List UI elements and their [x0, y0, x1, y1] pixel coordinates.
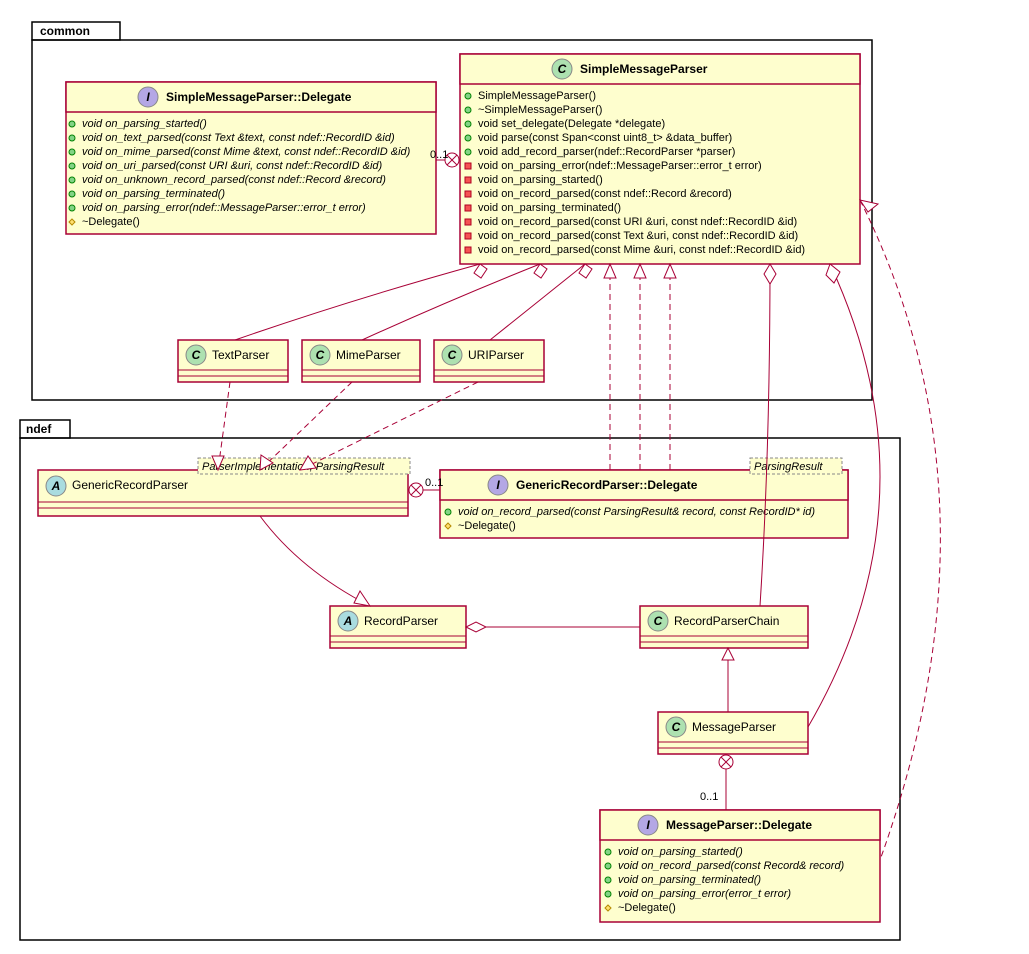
rel-uriparser-realize-grp: [300, 382, 478, 470]
member: void on_parsing_terminated(): [478, 202, 621, 214]
svg-text:C: C: [672, 720, 681, 734]
class-title: SimpleMessageParser::Delegate: [166, 90, 352, 104]
class-grp-delegate: I GenericRecordParser::Delegate ParsingR…: [440, 458, 848, 538]
rel-textparser-realize-grp: [212, 382, 230, 470]
package-ndef-label: ndef: [26, 422, 52, 436]
member: ~Delegate(): [618, 902, 676, 914]
member: void on_parsing_started(): [618, 846, 743, 858]
cardinality-label: 0..1: [425, 477, 443, 489]
member: ~SimpleMessageParser(): [478, 104, 602, 116]
member: ~Delegate(): [458, 520, 516, 532]
rel-smp-realize-grp-delegate-2: [634, 264, 646, 470]
member: void on_parsing_error(error_t error): [618, 888, 791, 900]
rel-mimeparser-realize-grp: [260, 382, 352, 470]
rel-mp-gen-chain: [722, 648, 734, 712]
rel-smp-agg-mimeparser: [362, 264, 547, 340]
member: void on_record_parsed(const URI &uri, co…: [478, 216, 797, 228]
class-title: RecordParserChain: [674, 614, 779, 628]
class-title: GenericRecordParser::Delegate: [516, 478, 698, 492]
class-messageparser: C MessageParser: [658, 712, 808, 754]
template-param: ParsingResult: [754, 461, 823, 473]
class-title: URIParser: [468, 348, 524, 362]
member: void parse(const Span<const uint8_t> &da…: [478, 132, 732, 144]
class-title: RecordParser: [364, 614, 438, 628]
member: SimpleMessageParser(): [478, 90, 596, 102]
member: void on_parsing_error(ndef::MessageParse…: [82, 202, 366, 214]
member: void on_uri_parsed(const URI &uri, const…: [82, 160, 383, 172]
class-recordparser: A RecordParser: [330, 606, 466, 648]
template-param: ParserImplementation, ParsingResult: [202, 461, 385, 473]
member: void set_delegate(Delegate *delegate): [478, 118, 665, 130]
cardinality-label: 0..1: [430, 149, 448, 161]
member: void on_parsing_terminated(): [82, 188, 225, 200]
member: void on_record_parsed(const ParsingResul…: [458, 506, 815, 518]
rel-chain-agg-recordparser: [466, 622, 640, 632]
rel-smp-agg-chain: [760, 264, 776, 606]
class-uriparser: C URIParser: [434, 340, 544, 382]
member: void on_record_parsed(const Text &uri, c…: [478, 230, 798, 242]
member: void on_parsing_error(ndef::MessageParse…: [478, 160, 762, 172]
member: void on_record_parsed(const Mime &uri, c…: [478, 244, 805, 256]
class-mimeparser: C MimeParser: [302, 340, 420, 382]
member: void on_record_parsed(const ndef::Record…: [478, 188, 732, 200]
class-smp-delegate: I SimpleMessageParser::Delegate void on_…: [66, 82, 436, 234]
cardinality-label: 0..1: [700, 791, 718, 803]
class-title: SimpleMessageParser: [580, 62, 708, 76]
member: void on_parsing_started(): [478, 174, 603, 186]
class-smp: C SimpleMessageParser SimpleMessageParse…: [460, 54, 860, 264]
rel-mp-has-delegate: 0..1: [700, 754, 733, 810]
svg-text:C: C: [558, 62, 567, 76]
rel-grp-gen-recordparser: [260, 516, 370, 606]
rel-smp-realize-grp-delegate-1: [604, 264, 616, 470]
class-title: MimeParser: [336, 348, 401, 362]
member: void on_mime_parsed(const Mime &text, co…: [82, 146, 411, 158]
member: ~Delegate(): [82, 216, 140, 228]
package-common-label: common: [40, 24, 90, 38]
svg-text:C: C: [448, 348, 457, 362]
svg-text:C: C: [316, 348, 325, 362]
class-mp-delegate: I MessageParser::Delegate void on_parsin…: [600, 810, 880, 922]
member: void on_text_parsed(const Text &text, co…: [82, 132, 395, 144]
class-textparser: C TextParser: [178, 340, 288, 382]
member: void add_record_parser(ndef::RecordParse…: [478, 146, 735, 158]
svg-text:C: C: [654, 614, 663, 628]
svg-text:A: A: [51, 479, 61, 493]
class-title: MessageParser: [692, 720, 776, 734]
svg-text:A: A: [343, 614, 353, 628]
class-genericrecordparser: A GenericRecordParser ParserImplementati…: [38, 458, 410, 516]
uml-diagram: common I SimpleMessageParser::Delegate v…: [0, 0, 1029, 954]
rel-grp-has-delegate: 0..1: [408, 477, 443, 497]
svg-text:C: C: [192, 348, 201, 362]
class-recordparserchain: C RecordParserChain: [640, 606, 808, 648]
member: void on_record_parsed(const Record& reco…: [618, 860, 845, 872]
member: void on_parsing_started(): [82, 118, 207, 130]
class-title: GenericRecordParser: [72, 478, 188, 492]
member: void on_parsing_terminated(): [618, 874, 761, 886]
class-title: TextParser: [212, 348, 269, 362]
class-title: MessageParser::Delegate: [666, 818, 812, 832]
rel-smp-realize-grp-delegate-3: [664, 264, 676, 470]
member: void on_unknown_record_parsed(const ndef…: [82, 174, 386, 186]
